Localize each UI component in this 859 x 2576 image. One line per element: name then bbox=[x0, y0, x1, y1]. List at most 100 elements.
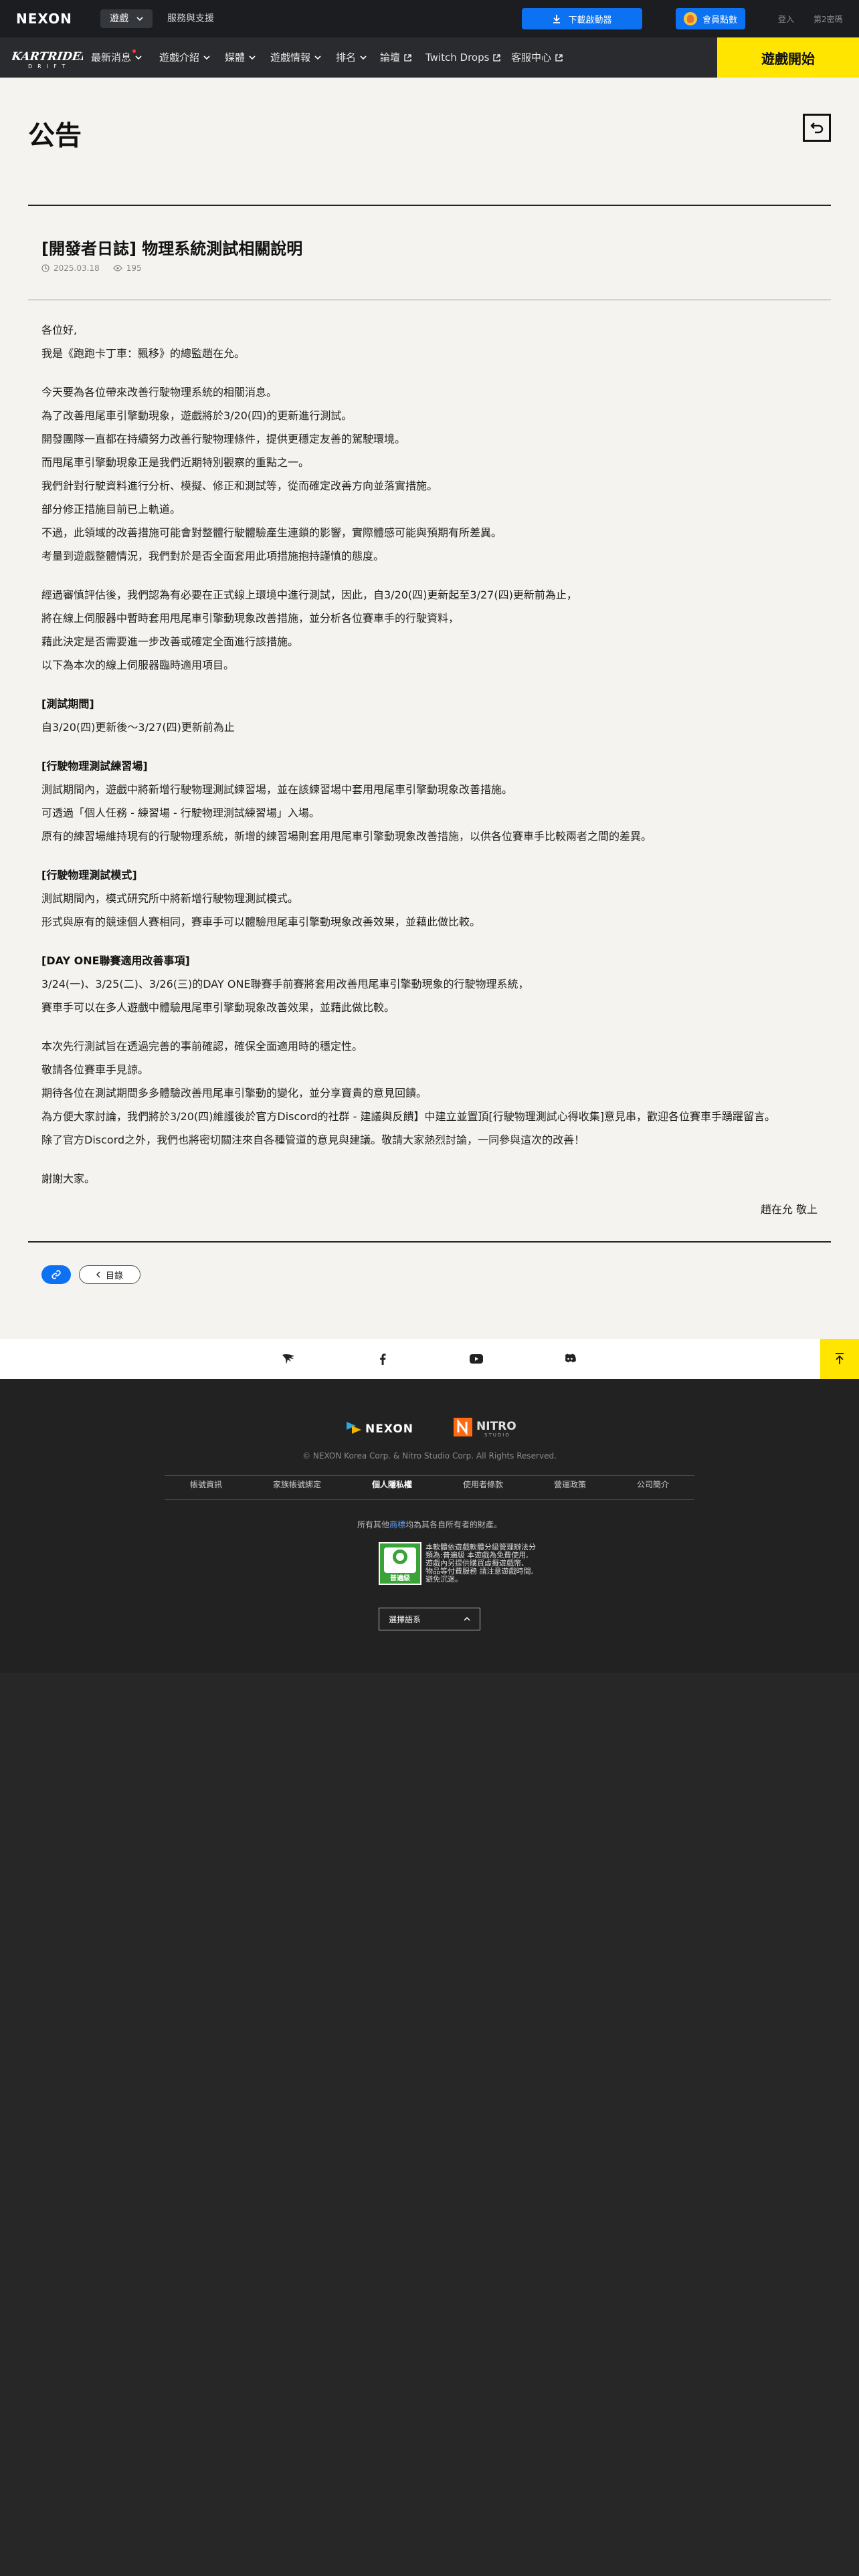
topnav-support[interactable]: 服務與支援 bbox=[158, 9, 223, 28]
facebook-icon[interactable] bbox=[375, 1351, 391, 1367]
paragraph: 自3/20(四)更新後～3/27(四)更新前為止 bbox=[41, 721, 235, 734]
scroll-to-top-button[interactable] bbox=[820, 1339, 859, 1379]
paragraph: 今天要為各位帶來改善行駛物理系統的相關消息。 bbox=[41, 386, 278, 399]
footer-link-terms[interactable]: 使用者條款 bbox=[463, 1479, 503, 1490]
site-footer: NEXON NITRO STUDIO © NEXON Korea Corp. &… bbox=[0, 1379, 859, 1673]
footer-link-operation-policy[interactable]: 營運政策 bbox=[554, 1479, 586, 1490]
member-points-button[interactable]: 會員點數 bbox=[676, 8, 745, 29]
paragraph: 藉此決定是否需要進一步改善或確定全面進行該措施。 bbox=[41, 635, 299, 648]
header-divider bbox=[28, 205, 831, 206]
download-launcher-label: 下載啟動器 bbox=[568, 15, 612, 25]
gnav-game-info[interactable]: 遊戲情報 bbox=[270, 49, 321, 66]
download-launcher-button[interactable]: 下載啟動器 bbox=[522, 8, 642, 29]
gnav-media[interactable]: 媒體 bbox=[225, 49, 256, 66]
section-heading: [DAY ONE聯賽適用改善事項] bbox=[41, 954, 190, 967]
paragraph: 以下為本次的線上伺服器臨時適用項目。 bbox=[41, 659, 235, 671]
gnav-ranking[interactable]: 排名 bbox=[336, 49, 367, 66]
section-heading: [行駛物理測試練習場] bbox=[41, 760, 148, 772]
paragraph: 我是《跑跑卡丁車：飄移》的總監趙在允。 bbox=[41, 347, 246, 360]
external-link-icon bbox=[404, 53, 411, 62]
footer-link-account-info[interactable]: 帳號資訊 bbox=[190, 1479, 222, 1490]
global-topbar: NEXON 遊戲 服務與支援 下載啟動器 會員點數 登入 第2密碼 bbox=[0, 0, 859, 37]
gnav-media-label: 媒體 bbox=[225, 51, 246, 64]
play-game-button[interactable]: 遊戲開始 bbox=[717, 37, 859, 78]
paragraph: 形式與原有的競速個人賽相同，賽車手可以體驗甩尾車引擎動現象改善效果，並藉此做比較… bbox=[41, 916, 481, 928]
new-badge bbox=[132, 49, 136, 53]
paragraph: 本次先行測試旨在透過完善的事前確認，確保全面適用時的穩定性。 bbox=[41, 1040, 363, 1053]
gnav-game-intro-label: 遊戲介紹 bbox=[159, 51, 200, 64]
footer-link-family-binding[interactable]: 家族帳號綁定 bbox=[273, 1479, 321, 1490]
back-button[interactable] bbox=[803, 114, 831, 142]
secondary-password-link[interactable]: 第2密碼 bbox=[814, 13, 843, 25]
chevron-down-icon bbox=[314, 56, 321, 60]
article-body: 各位好, 我是《跑跑卡丁車：飄移》的總監趙在允。 今天要為各位帶來改善行駛物理系… bbox=[41, 318, 818, 1190]
chevron-down-icon bbox=[135, 56, 142, 60]
gnav-customer-center-label: 客服中心 bbox=[511, 51, 552, 64]
download-icon bbox=[552, 14, 561, 23]
rating-description: 本軟體依遊戲軟體分級管理辦法分 類為:普遍級 本遊戲為免費使用, 遊戲內另提供購… bbox=[425, 1543, 559, 1584]
gnav-twitch-drops[interactable]: Twitch Drops bbox=[425, 49, 501, 66]
gnav-twitch-drops-label: Twitch Drops bbox=[425, 51, 490, 64]
rating-label: 普遍級 bbox=[390, 1575, 410, 1582]
back-to-list-button[interactable]: 目錄 bbox=[79, 1265, 140, 1284]
paragraph: 謝謝大家。 bbox=[41, 1172, 96, 1185]
language-select-label: 選擇語系 bbox=[389, 1614, 421, 1624]
gnav-ranking-label: 排名 bbox=[336, 51, 357, 64]
trademark-link[interactable]: 商標 bbox=[389, 1520, 405, 1529]
chevron-down-icon bbox=[360, 56, 367, 60]
nexon-logo-text: NEXON bbox=[16, 11, 72, 26]
copy-link-button[interactable] bbox=[41, 1265, 71, 1284]
nitro-studio-icon[interactable] bbox=[281, 1351, 297, 1367]
trademark-notice-post: 均為其各自所有者的財產。 bbox=[405, 1520, 502, 1529]
paragraph: 部分修正措施目前已上軌道。 bbox=[41, 503, 181, 516]
gnav-news[interactable]: 最新消息 bbox=[91, 49, 142, 66]
paragraph: 為了改善甩尾車引擎動現象，遊戲將於3/20(四)的更新進行測試。 bbox=[41, 409, 353, 422]
footer-link-company-info[interactable]: 公司簡介 bbox=[637, 1479, 669, 1490]
paragraph: 開發團隊一直都在持續努力改善行駛物理條件，提供更穩定友善的駕駛環境。 bbox=[41, 433, 406, 445]
discord-icon[interactable] bbox=[562, 1351, 578, 1367]
paragraph: 經過審慎評估後，我們認為有必要在正式線上環境中進行測試，因此，自3/20(四)更… bbox=[41, 588, 577, 601]
paragraph: 為方便大家討論，我們將於3/20(四)維護後於官方Discord的社群 - 建議… bbox=[41, 1110, 775, 1123]
avatar bbox=[683, 12, 697, 25]
gnav-news-label: 最新消息 bbox=[91, 51, 132, 64]
gnav-game-intro[interactable]: 遊戲介紹 bbox=[159, 49, 210, 66]
kartrider-logo-sub: DRIFT bbox=[28, 64, 70, 70]
youtube-icon[interactable] bbox=[468, 1351, 484, 1367]
kartrider-logo[interactable]: KARTRIDER DRIFT bbox=[10, 44, 91, 71]
language-select[interactable]: 選擇語系 bbox=[379, 1608, 480, 1630]
article-title: [開發者日誌] 物理系統測試相關說明 bbox=[41, 239, 303, 258]
page-title: 公告 bbox=[28, 120, 82, 151]
social-bar bbox=[0, 1339, 859, 1379]
external-link-icon bbox=[493, 53, 501, 62]
member-points-label: 會員點數 bbox=[702, 15, 737, 25]
nexon-logo[interactable]: NEXON bbox=[16, 11, 80, 27]
paragraph: 敬請各位賽車手見諒。 bbox=[41, 1063, 149, 1076]
chevron-down-icon bbox=[203, 56, 210, 60]
paragraph: 賽車手可以在多人遊戲中體驗甩尾車引擎動現象改善效果，並藉此做比較。 bbox=[41, 1001, 395, 1014]
section-heading: [測試期間] bbox=[41, 697, 94, 710]
gnav-customer-center[interactable]: 客服中心 bbox=[511, 49, 563, 66]
svg-text:NITRO: NITRO bbox=[476, 1420, 516, 1433]
topnav-games[interactable]: 遊戲 bbox=[100, 9, 153, 28]
gnav-forum[interactable]: 論壇 bbox=[380, 49, 411, 66]
section-heading: [行駛物理測試模式] bbox=[41, 869, 137, 881]
article-views-text: 195 bbox=[126, 263, 142, 273]
paragraph: 原有的練習場維持現有的行駛物理系統，新增的練習場則套用甩尾車引擎動現象改善措施，… bbox=[41, 830, 652, 843]
login-link[interactable]: 登入 bbox=[778, 13, 794, 25]
trademark-notice: 所有其他商標均為其各自所有者的財產。 bbox=[0, 1519, 859, 1530]
copyright-text: © NEXON Korea Corp. & Nitro Studio Corp.… bbox=[302, 1451, 557, 1461]
paragraph: 除了官方Discord之外，我們也將密切關注來自各種管道的意見與建議。敬請大家熱… bbox=[41, 1134, 585, 1146]
nitro-studio-logo[interactable]: NITRO STUDIO bbox=[452, 1414, 519, 1440]
clock-icon bbox=[41, 264, 50, 272]
paragraph: 3/24(一)、3/25(二)、3/26(三)的DAY ONE聯賽手前賽將套用改… bbox=[41, 978, 529, 990]
gnav-game-info-label: 遊戲情報 bbox=[270, 51, 311, 64]
paragraph: 測試期間內，模式研究所中將新增行駛物理測試模式。 bbox=[41, 892, 299, 905]
footer-link-privacy[interactable]: 個人隱私權 bbox=[372, 1479, 412, 1490]
eye-icon bbox=[113, 265, 122, 272]
main-content: 公告 [開發者日誌] 物理系統測試相關說明 2025.03.18 195 各位好… bbox=[0, 78, 859, 1339]
paragraph: 將在線上伺服器中暫時套用甩尾車引擎動現象改善措施，並分析各位賽車手的行駛資料， bbox=[41, 612, 460, 625]
nexon-footer-logo[interactable]: NEXON bbox=[345, 1416, 420, 1439]
rating-badge-inner bbox=[384, 1547, 416, 1573]
chevron-left-icon bbox=[96, 1271, 100, 1278]
paragraph: 期待各位在測試期間多多體驗改善甩尾車引擎動的變化，並分享寶貴的意見回饋。 bbox=[41, 1087, 427, 1099]
